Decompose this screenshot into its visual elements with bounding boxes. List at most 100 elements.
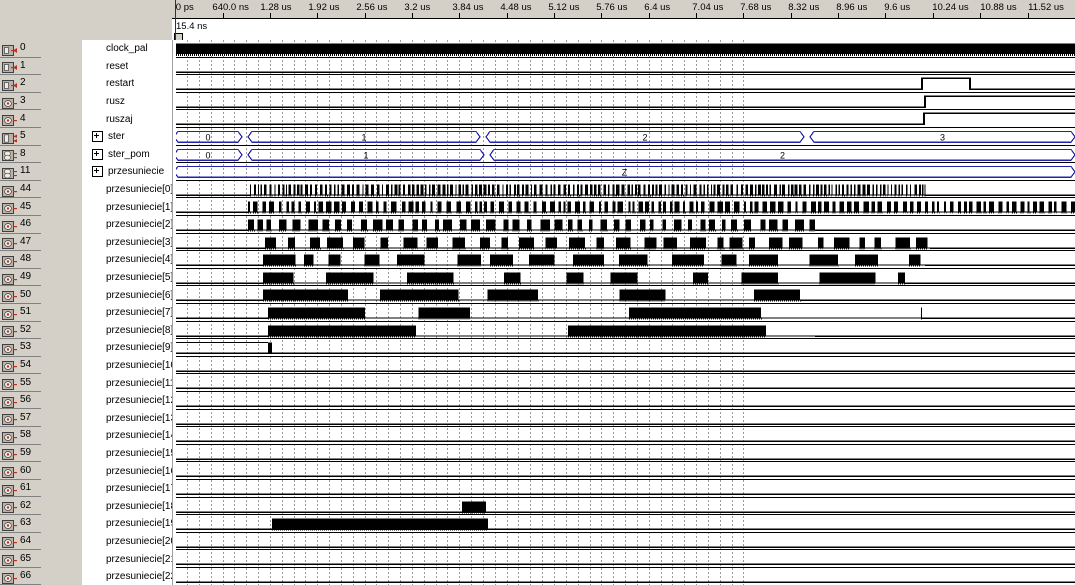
node-cell[interactable]: 51 [0,303,41,322]
node-cell[interactable]: 50 [0,286,41,304]
waveform-row[interactable] [172,550,1075,568]
node-cell[interactable]: 44 [0,180,41,199]
node-cell[interactable]: 49 [0,268,41,287]
node-cell[interactable]: 59 [0,444,41,463]
signal-name-row[interactable]: przesuniecie[7]~result [82,304,172,322]
waveform-row[interactable] [172,198,1075,216]
waveform-row[interactable] [172,357,1075,375]
waveform-row[interactable] [172,410,1075,428]
signal-name-row[interactable]: przesuniecie[0]~result [82,181,172,199]
expand-group-icon[interactable] [92,148,103,160]
waveform-canvas[interactable]: 0 1 2 3 0 1 2 Z [172,40,1075,585]
node-cell[interactable]: 48 [0,251,41,269]
signal-name-row[interactable]: przesuniecie[19]~result [82,515,172,533]
signal-name-list[interactable]: clock_pal reset restart rusz ruszaj ster ster_… [82,40,172,585]
node-cell[interactable]: 11 [0,163,41,181]
signal-name-row[interactable]: przesuniecie[1]~result [82,198,172,216]
cursor-bar[interactable]: 15.4 ns [172,20,1075,42]
signal-name-row[interactable]: przesuniecie[16]~result [82,462,172,480]
signal-name-row[interactable]: ster [82,128,172,146]
signal-name-row[interactable]: przesuniecie[15]~result [82,445,172,463]
signal-name-row[interactable]: ster_pom [82,146,172,164]
signal-name-row[interactable]: reset [82,58,172,76]
waveform-row[interactable] [172,216,1075,234]
node-list[interactable]: 0 1 2 3 4 5 8 11 44 45 46 47 48 49 50 51… [0,40,41,585]
signal-name-row[interactable]: restart [82,75,172,93]
waveform-pane[interactable]: 0 ps 640.0 ns 1.28 us 1.92 us 2.56 us 3.2 us 3… [172,0,1075,585]
waveform-row[interactable] [172,110,1075,128]
waveform-row[interactable] [172,304,1075,322]
signal-name-row[interactable]: przesuniecie[20]~result [82,533,172,551]
node-cell[interactable]: 1 [0,57,41,76]
node-cell[interactable]: 62 [0,497,41,516]
node-cell[interactable]: 47 [0,233,41,252]
waveform-row[interactable]: 0 1 2 3 [172,128,1075,146]
time-ruler[interactable]: 0 ps 640.0 ns 1.28 us 1.92 us 2.56 us 3.2 us 3… [172,0,1075,19]
node-cell[interactable]: 65 [0,550,41,568]
node-cell[interactable]: 55 [0,374,41,392]
waveform-row[interactable] [172,568,1075,585]
node-cell[interactable]: 57 [0,409,41,428]
signal-name-row[interactable]: przesuniecie[14]~result [82,427,172,445]
waveform-row[interactable] [172,515,1075,533]
signal-name-row[interactable]: przesuniecie[5]~result [82,269,172,287]
waveform-row[interactable] [172,322,1075,340]
node-cell[interactable]: 56 [0,391,41,410]
signal-name-row[interactable]: przesuniecie[11]~result [82,374,172,392]
waveform-row[interactable] [172,533,1075,551]
waveform-row[interactable] [172,445,1075,463]
node-cell[interactable]: 66 [0,567,41,585]
signal-name-row[interactable]: przesuniecie[2]~result [82,216,172,234]
node-cell[interactable]: 53 [0,339,41,357]
signal-name-row[interactable]: przesuniecie[10]~result [82,357,172,375]
signal-name-row[interactable]: rusz [82,93,172,111]
node-cell[interactable]: 63 [0,515,41,533]
waveform-row[interactable] [172,339,1075,357]
waveform-row[interactable] [172,498,1075,516]
waveform-row[interactable] [172,234,1075,252]
signal-name-row[interactable]: przesuniecie[3]~result [82,234,172,252]
node-cell[interactable]: 64 [0,532,41,551]
waveform-row[interactable] [172,462,1075,480]
signal-name-row[interactable]: przesuniecie[18]~result [82,497,172,515]
waveform-row[interactable] [172,181,1075,199]
waveform-row[interactable] [172,427,1075,445]
node-cell[interactable]: 8 [0,145,41,164]
waveform-row[interactable] [172,269,1075,287]
node-cell[interactable]: 3 [0,92,41,111]
waveform-row[interactable] [172,392,1075,410]
signal-name-row[interactable]: przesuniecie[9]~result [82,339,172,357]
signal-name-row[interactable]: przesuniecie[4]~result [82,251,172,269]
node-cell[interactable]: 46 [0,215,41,234]
signal-name-row[interactable]: przesuniecie [82,163,172,181]
waveform-row[interactable] [172,286,1075,304]
expand-group-icon[interactable] [92,131,103,143]
waveform-row[interactable] [172,480,1075,498]
node-cell[interactable]: 0 [0,40,41,58]
node-cell[interactable]: 52 [0,321,41,340]
node-cell[interactable]: 58 [0,427,41,445]
node-cell[interactable]: 2 [0,75,41,93]
waveform-row[interactable] [172,251,1075,269]
signal-name-row[interactable]: przesuniecie[12]~result [82,392,172,410]
signal-name-row[interactable]: przesuniecie[6]~result [82,286,172,304]
waveform-row[interactable] [172,40,1075,58]
waveform-row[interactable]: Z [172,163,1075,181]
waveform-row[interactable] [172,75,1075,93]
node-cell[interactable]: 54 [0,356,41,375]
signal-name-row[interactable]: clock_pal [82,40,172,58]
signal-name-row[interactable]: przesuniecie[8]~result [82,322,172,340]
signal-name-row[interactable]: ruszaj [82,110,172,128]
signal-name-row[interactable]: przesuniecie[13]~result [82,409,172,427]
waveform-row[interactable]: 0 1 2 [172,146,1075,164]
waveform-row[interactable] [172,374,1075,392]
signal-name-row[interactable]: przesuniecie[21]~result [82,550,172,568]
expand-group-icon[interactable] [92,166,103,178]
node-cell[interactable]: 61 [0,479,41,498]
node-cell[interactable]: 60 [0,462,41,480]
waveform-row[interactable] [172,93,1075,111]
node-cell[interactable]: 45 [0,198,41,216]
node-cell[interactable]: 4 [0,110,41,128]
waveform-row[interactable] [172,58,1075,76]
signal-name-row[interactable]: przesuniecie[17]~result [82,480,172,498]
